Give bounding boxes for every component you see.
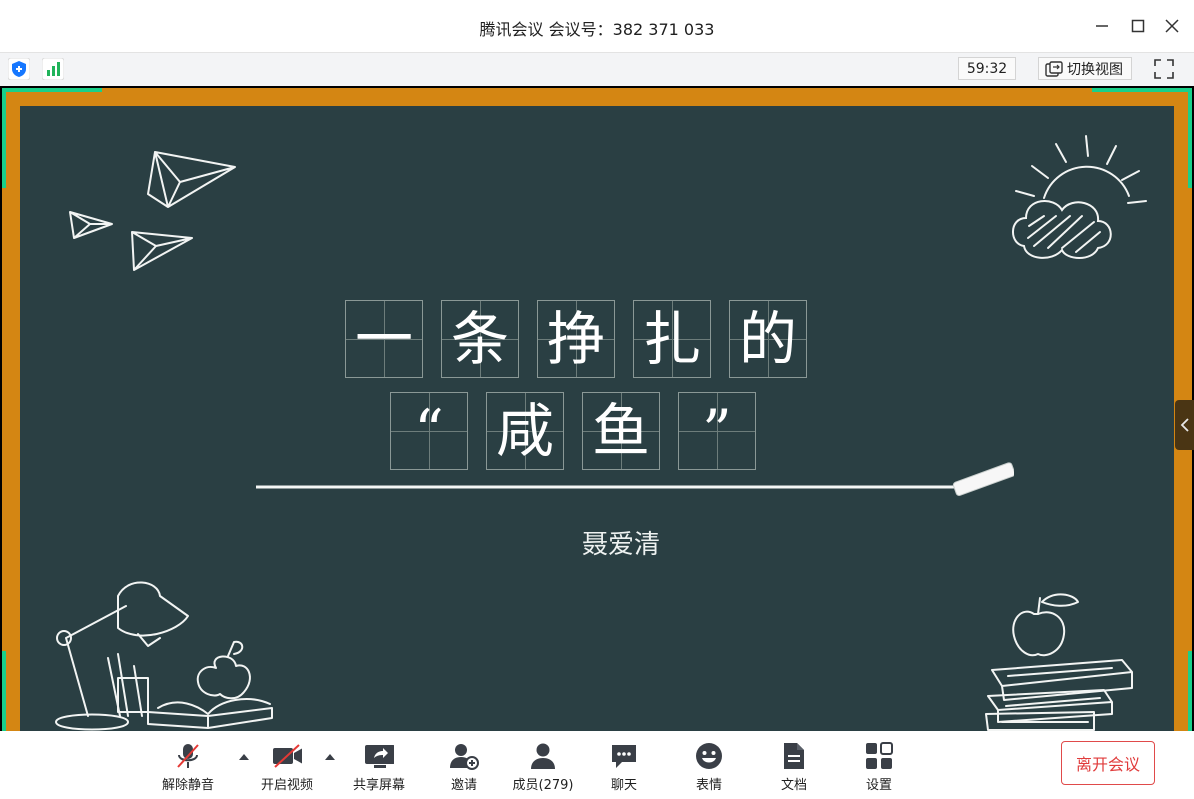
title-character: 的	[738, 305, 797, 373]
camera-off-icon	[273, 744, 302, 768]
video-options-caret[interactable]	[324, 751, 336, 761]
chat-bubble-icon	[612, 745, 636, 768]
title-character: ”	[702, 397, 732, 465]
share-screen-button[interactable]: 共享屏幕	[343, 741, 415, 793]
shared-screen: 一条挣扎的 “ 咸鱼 ” 聂爱清	[0, 86, 1194, 732]
maximize-button[interactable]	[1126, 14, 1150, 38]
network-signal-button[interactable]	[41, 57, 65, 81]
chalkboard: 一条挣扎的 “ 咸鱼 ” 聂爱清	[20, 106, 1174, 732]
reactions-button[interactable]: 表情	[673, 741, 745, 793]
start-video-label: 开启视频	[260, 778, 313, 793]
meeting-toolbar: 解除静音 开启视频 共享屏幕 邀请 成员(279) 聊天 表情 文档 设置 离开…	[0, 731, 1194, 799]
title-character-box: 的	[729, 300, 807, 378]
microphone-muted-icon	[177, 744, 199, 768]
add-user-icon	[450, 744, 479, 770]
title-character-box: 扎	[633, 300, 711, 378]
switch-view-icon	[1045, 60, 1063, 77]
user-icon	[531, 743, 555, 769]
title-character: 扎	[642, 305, 701, 373]
members-button[interactable]: 成员(279)	[507, 741, 579, 793]
chevron-left-icon	[1180, 418, 1189, 432]
start-video-button[interactable]: 开启视频	[251, 741, 323, 793]
slide-author: 聂爱清	[582, 530, 661, 560]
reactions-label: 表情	[695, 778, 722, 793]
title-character-box: 一	[345, 300, 423, 378]
paper-planes-illustration	[69, 151, 236, 271]
settings-label: 设置	[865, 778, 892, 793]
minimize-icon	[1096, 25, 1108, 27]
document-icon	[784, 743, 804, 769]
active-share-indicator	[1092, 88, 1192, 92]
title-character: 鱼	[591, 397, 650, 465]
signal-bars-icon	[41, 57, 65, 81]
caret-up-icon	[325, 753, 335, 760]
title-character-box: 挣	[537, 300, 615, 378]
active-share-indicator	[2, 88, 102, 92]
title-character: 一	[354, 305, 413, 373]
title-character-box: 鱼	[582, 392, 660, 470]
side-panel-toggle[interactable]	[1175, 400, 1194, 450]
close-button[interactable]	[1160, 14, 1184, 38]
title-character: 条	[450, 305, 509, 373]
caret-up-icon	[239, 753, 249, 760]
active-share-indicator	[2, 651, 6, 731]
shield-icon	[7, 57, 31, 81]
active-share-indicator	[2, 88, 6, 188]
settings-button[interactable]: 设置	[843, 741, 915, 793]
share-screen-label: 共享屏幕	[352, 778, 405, 793]
unmute-label: 解除静音	[161, 778, 214, 793]
title-character: “	[414, 397, 444, 465]
chat-button[interactable]: 聊天	[588, 741, 660, 793]
title-character: 咸	[495, 397, 554, 465]
window-title: 腾讯会议 会议号：382 371 033	[479, 20, 715, 39]
desk-lamp-books-illustration	[55, 581, 273, 731]
minimize-button[interactable]	[1090, 14, 1114, 38]
audio-options-caret[interactable]	[238, 751, 250, 761]
chat-label: 聊天	[610, 778, 637, 793]
apple-books-illustration	[985, 593, 1133, 731]
title-character: 挣	[546, 305, 605, 373]
leave-meeting-button[interactable]: 离开会议	[1061, 741, 1155, 785]
close-icon	[1165, 19, 1179, 33]
active-share-indicator	[1188, 88, 1192, 188]
fullscreen-icon	[1154, 59, 1174, 79]
app-grid-icon	[866, 742, 893, 769]
switch-view-button[interactable]: 切换视图	[1038, 57, 1132, 80]
invite-button[interactable]: 邀请	[428, 741, 500, 793]
security-shield-button[interactable]	[7, 57, 31, 81]
maximize-icon	[1131, 19, 1145, 33]
documents-button[interactable]: 文档	[758, 741, 830, 793]
status-bar: 59:32 切换视图	[0, 52, 1194, 87]
sun-cloud-illustration	[1012, 135, 1147, 259]
title-character-box: 咸	[486, 392, 564, 470]
share-screen-icon	[365, 745, 394, 768]
slide-title-line-1: 一条挣扎的	[345, 300, 815, 382]
meeting-timer: 59:32	[958, 57, 1016, 80]
unmute-button[interactable]: 解除静音	[152, 741, 224, 793]
switch-view-label: 切换视图	[1067, 61, 1123, 78]
title-character-box: 条	[441, 300, 519, 378]
title-bar: 腾讯会议 会议号：382 371 033	[0, 0, 1194, 52]
fullscreen-button[interactable]	[1151, 56, 1177, 82]
members-label: 成员(279)	[512, 778, 574, 793]
active-share-indicator	[1188, 651, 1192, 731]
smiley-face-icon	[696, 743, 722, 769]
slide-frame: 一条挣扎的 “ 咸鱼 ” 聂爱清	[2, 88, 1194, 732]
documents-label: 文档	[780, 778, 807, 793]
invite-label: 邀请	[450, 778, 477, 793]
